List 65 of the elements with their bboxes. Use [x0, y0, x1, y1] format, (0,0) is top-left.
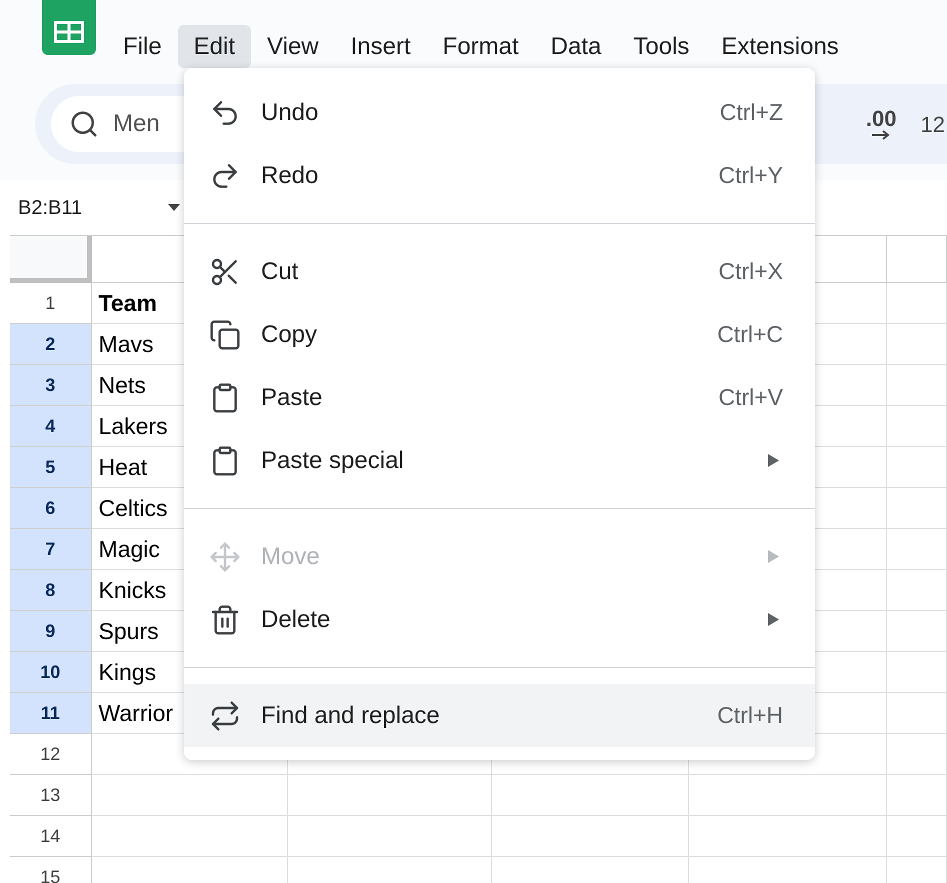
- table-cell: [887, 570, 947, 611]
- table-cell: [887, 283, 947, 324]
- cell-text: Kings: [98, 658, 156, 687]
- menu-bar-item[interactable]: Data: [534, 25, 618, 68]
- row-header[interactable]: 5: [10, 447, 92, 488]
- row-header[interactable]: 8: [10, 570, 92, 611]
- cell-text: Celtics: [98, 494, 168, 523]
- table-cell: [887, 734, 947, 775]
- cell-text: Lakers: [98, 412, 168, 441]
- row-header[interactable]: 4: [10, 406, 92, 447]
- table-cell: [887, 488, 947, 529]
- menu-bar-item[interactable]: Edit: [178, 25, 252, 68]
- menu-item[interactable]: Cut Ctrl+X: [184, 240, 815, 303]
- cell-text: Nets: [98, 370, 146, 400]
- table-cell: [887, 365, 947, 406]
- menu-bar-item[interactable]: Format: [426, 25, 535, 68]
- cell-text: Warrior: [98, 698, 174, 728]
- table-cell: [887, 447, 947, 488]
- row-header[interactable]: 7: [10, 529, 92, 570]
- copy-icon: [209, 318, 241, 350]
- row-header[interactable]: 3: [10, 365, 92, 406]
- cell-text: Knicks: [98, 576, 166, 605]
- table-cell: [887, 406, 947, 447]
- table-cell: [887, 324, 947, 365]
- table-cell: [887, 529, 947, 570]
- cell-text: Mavs: [98, 330, 154, 359]
- row-header[interactable]: 11: [10, 693, 92, 734]
- row-header[interactable]: 13: [10, 775, 92, 816]
- menu-item[interactable]: Paste Ctrl+V: [184, 366, 815, 429]
- menu-bar-item[interactable]: Insert: [334, 25, 427, 68]
- corner-cell[interactable]: [10, 236, 92, 283]
- row-header[interactable]: 10: [10, 652, 92, 693]
- menu-item[interactable]: Copy Ctrl+C: [184, 303, 815, 366]
- format-text[interactable]: 12: [920, 108, 947, 140]
- table-cell: [887, 652, 947, 693]
- table-cell: [887, 693, 947, 734]
- menu-item[interactable]: Paste special: [184, 429, 815, 492]
- name-box[interactable]: B2:B11: [18, 192, 168, 222]
- row-header[interactable]: 1: [10, 283, 92, 324]
- table-cell: [887, 775, 947, 816]
- cell-text: Team: [98, 288, 157, 318]
- menu-item[interactable]: Undo Ctrl+Z: [184, 81, 815, 144]
- menu-item[interactable]: Redo Ctrl+Y: [184, 144, 815, 207]
- menu-item[interactable]: Delete: [184, 588, 815, 651]
- row-header[interactable]: 9: [10, 611, 92, 652]
- trash-icon: [209, 604, 241, 636]
- table-cell: [887, 816, 947, 857]
- cell-text: Spurs: [98, 616, 159, 646]
- menu-bar-item[interactable]: Tools: [617, 25, 706, 68]
- column-header[interactable]: [887, 236, 947, 283]
- dropdown-caret-icon[interactable]: [168, 204, 180, 211]
- cell-text: Magic: [98, 534, 160, 564]
- cell-text: Heat: [98, 452, 148, 482]
- move-icon: [209, 540, 241, 572]
- row-header[interactable]: 14: [10, 816, 92, 857]
- row-header[interactable]: 12: [10, 734, 92, 775]
- menu-bar-item[interactable]: Extensions: [705, 25, 855, 68]
- row-header[interactable]: 6: [10, 488, 92, 529]
- menu-bar-item[interactable]: View: [251, 25, 335, 68]
- table-cell: [887, 611, 947, 652]
- find-replace-icon: [209, 700, 241, 732]
- menu-bar-item[interactable]: File: [107, 25, 178, 68]
- menu-item[interactable]: Find and replace Ctrl+H: [184, 684, 815, 747]
- row-header[interactable]: 2: [10, 324, 92, 365]
- search-icon: [69, 109, 99, 139]
